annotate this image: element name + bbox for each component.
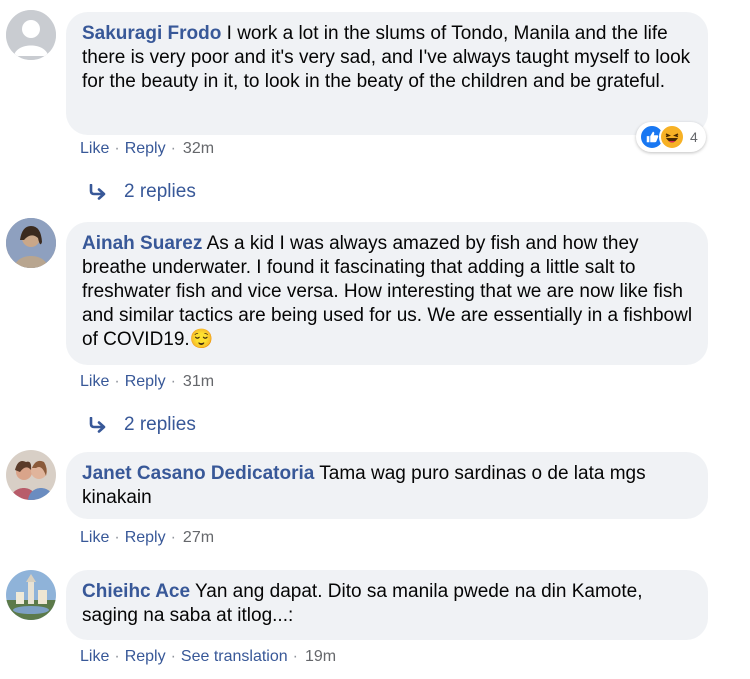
comment-actions-1: Like · Reply · 32m bbox=[80, 140, 214, 158]
reaction-summary[interactable]: 4 bbox=[636, 122, 706, 152]
separator-dot: · bbox=[292, 648, 298, 665]
comment-time-3[interactable]: 27m bbox=[181, 529, 214, 546]
profile-photo-icon bbox=[6, 218, 56, 268]
like-link-3[interactable]: Like bbox=[80, 529, 109, 546]
comment-actions-2: Like · Reply · 31m bbox=[80, 373, 214, 391]
comment-bubble-4: Chieihc Ace Yan ang dapat. Dito sa manil… bbox=[66, 570, 708, 640]
comment-author-3[interactable]: Janet Casano Dedicatoria bbox=[82, 463, 314, 484]
default-avatar-icon bbox=[6, 10, 56, 60]
view-replies-2[interactable]: 2 replies bbox=[88, 414, 196, 436]
reply-arrow-icon bbox=[89, 417, 106, 433]
view-replies-1[interactable]: 2 replies bbox=[88, 181, 196, 203]
reaction-count: 4 bbox=[690, 129, 698, 145]
avatar-chieihc-ace[interactable] bbox=[6, 570, 56, 620]
separator-dot: · bbox=[114, 529, 120, 546]
avatar-sakuragi-frodo[interactable] bbox=[6, 10, 56, 60]
comment-author-4[interactable]: Chieihc Ace bbox=[82, 581, 190, 602]
comment-bubble-3: Janet Casano Dedicatoria Tama wag puro s… bbox=[66, 452, 708, 519]
reply-link-1[interactable]: Reply bbox=[125, 140, 166, 157]
comment-actions-3: Like · Reply · 27m bbox=[80, 529, 214, 547]
separator-dot: · bbox=[114, 648, 120, 665]
see-translation-link[interactable]: See translation bbox=[181, 648, 288, 665]
relieved-face-emoji: 😌 bbox=[189, 329, 214, 350]
comment-bubble-2: Ainah Suarez As a kid I was always amaze… bbox=[66, 222, 708, 365]
reply-arrow-icon bbox=[89, 184, 106, 200]
haha-reaction-icon bbox=[659, 124, 685, 150]
replies-label-1: 2 replies bbox=[124, 181, 196, 202]
separator-dot: · bbox=[170, 140, 176, 157]
separator-dot: · bbox=[170, 529, 176, 546]
comment-author-2[interactable]: Ainah Suarez bbox=[82, 233, 202, 254]
separator-dot: · bbox=[170, 373, 176, 390]
comment-time-1[interactable]: 32m bbox=[181, 140, 214, 157]
comment-author-1[interactable]: Sakuragi Frodo bbox=[82, 23, 221, 44]
like-link-1[interactable]: Like bbox=[80, 140, 109, 157]
profile-photo-icon bbox=[6, 450, 56, 500]
reply-link-2[interactable]: Reply bbox=[125, 373, 166, 390]
like-link-2[interactable]: Like bbox=[80, 373, 109, 390]
separator-dot: · bbox=[114, 140, 120, 157]
profile-photo-icon bbox=[6, 570, 56, 620]
reply-link-4[interactable]: Reply bbox=[125, 648, 166, 665]
replies-label-2: 2 replies bbox=[124, 414, 196, 435]
reply-link-3[interactable]: Reply bbox=[125, 529, 166, 546]
avatar-janet-casano-dedicatoria[interactable] bbox=[6, 450, 56, 500]
separator-dot: · bbox=[114, 373, 120, 390]
separator-dot: · bbox=[170, 648, 176, 665]
like-link-4[interactable]: Like bbox=[80, 648, 109, 665]
comment-time-2[interactable]: 31m bbox=[181, 373, 214, 390]
comment-actions-4: Like · Reply · See translation · 19m bbox=[80, 648, 336, 666]
comment-bubble-1: Sakuragi Frodo I work a lot in the slums… bbox=[66, 12, 708, 135]
avatar-ainah-suarez[interactable] bbox=[6, 218, 56, 268]
comment-time-4[interactable]: 19m bbox=[303, 648, 336, 665]
